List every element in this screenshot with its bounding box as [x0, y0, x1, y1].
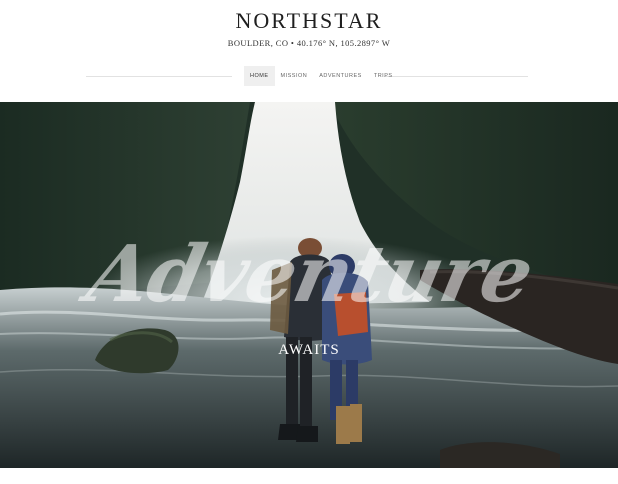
nav-item-adventures[interactable]: ADVENTURES — [313, 66, 368, 86]
nav-item-trips[interactable]: TRIPS — [368, 66, 399, 86]
site-header: NORTHSTAR BOULDER, CO • 40.176° N, 105.2… — [0, 0, 618, 102]
main-nav: HOME MISSION ADVENTURES TRIPS — [0, 66, 618, 86]
nav-divider-right — [384, 76, 528, 77]
location-line: BOULDER, CO • 40.176° N, 105.2897° W — [227, 38, 391, 48]
hero-subheadline: AWAITS — [278, 342, 340, 358]
hero-headline: Adventure — [79, 229, 541, 320]
nav-divider-left — [86, 76, 232, 77]
page-bottom — [0, 468, 618, 484]
nav-items: HOME MISSION ADVENTURES TRIPS — [244, 66, 399, 86]
nav-item-mission[interactable]: MISSION — [275, 66, 314, 86]
nav-item-home[interactable]: HOME — [244, 66, 275, 86]
brand-title[interactable]: NORTHSTAR — [0, 8, 618, 34]
hero-banner: Adventure AWAITS — [0, 102, 618, 468]
